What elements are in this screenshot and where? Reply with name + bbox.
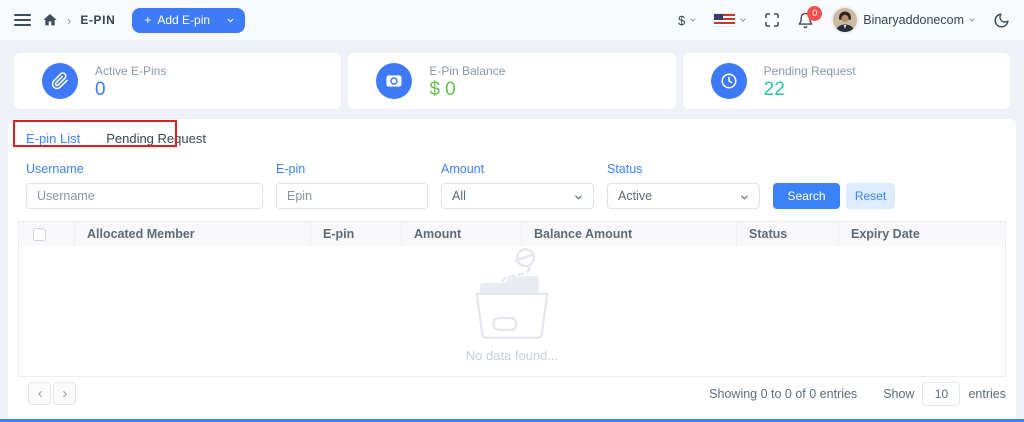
table-footer: Showing 0 to 0 of 0 entries Show entries [18,382,1006,406]
status-label: Status [607,162,760,176]
avatar [833,8,857,32]
tab-bar: E-pin List Pending Request [26,131,206,158]
column-expiry-date: Expiry Date [839,222,1005,246]
chevron-down-icon [739,192,750,203]
notifications-bell-icon[interactable]: 0 [797,12,814,29]
stat-label: Pending Request [764,64,856,78]
add-epin-label: Add E-pin [157,13,210,27]
status-select[interactable]: Active [607,183,760,209]
epin-input[interactable] [276,183,428,209]
chevron-down-icon [968,16,976,24]
tab-epin-list[interactable]: E-pin List [26,131,80,146]
pagination [28,382,76,405]
us-flag-icon [714,14,735,26]
menu-toggle-icon[interactable] [14,14,31,26]
user-name: Binaryaddonecom [863,13,964,27]
prev-page-button[interactable] [28,382,51,405]
entries-label: entries [968,387,1006,401]
table-empty-state: No data found... [19,246,1005,376]
amount-select[interactable]: All [441,183,594,209]
amount-label: Amount [441,162,594,176]
user-menu[interactable]: Binaryaddonecom [831,6,976,34]
stat-cards-row: Active E-Pins 0 E-Pin Balance $ 0 Pendin… [14,53,1010,109]
stat-label: Active E-Pins [95,64,166,78]
column-epin: E-pin [311,222,402,246]
paperclip-icon [42,63,78,99]
add-epin-button[interactable]: + Add E-pin [132,8,245,33]
select-all-checkbox[interactable] [33,228,46,241]
notification-badge: 0 [807,6,822,21]
top-navbar: › E-PIN + Add E-pin $ 0 [0,0,1024,40]
chevron-down-icon [226,16,235,25]
show-label: Show [883,387,914,401]
epin-panel: E-pin List Pending Request Username E-pi… [8,119,1016,422]
chevron-down-icon [689,16,697,24]
column-status: Status [737,222,839,246]
page-size-input[interactable] [922,382,960,406]
username-input[interactable] [26,183,263,209]
stat-value: 0 [95,80,166,99]
chevron-down-icon [573,192,584,203]
epin-table: Allocated Member E-pin Amount Balance Am… [18,221,1006,377]
username-label: Username [26,162,263,176]
next-page-button[interactable] [53,382,76,405]
filter-bar: Username E-pin Amount All Status Active … [26,162,1006,209]
entries-summary: Showing 0 to 0 of 0 entries [709,387,857,401]
stat-card-pending-request: Pending Request 22 [683,53,1010,109]
fullscreen-icon[interactable] [764,12,780,28]
currency-dropdown[interactable]: $ [678,13,697,28]
column-amount: Amount [402,222,522,246]
epin-label: E-pin [276,162,428,176]
tab-pending-request[interactable]: Pending Request [106,131,206,146]
search-button[interactable]: Search [773,183,840,209]
home-icon[interactable] [42,12,58,28]
empty-message: No data found... [466,348,559,363]
table-header: Allocated Member E-pin Amount Balance Am… [19,222,1005,246]
stat-label: E-Pin Balance [429,64,505,78]
column-balance-amount: Balance Amount [522,222,737,246]
dark-mode-moon-icon[interactable] [993,12,1010,29]
stat-value: 22 [764,80,856,99]
currency-label: $ [678,13,685,28]
breadcrumb-separator-icon: › [67,13,71,28]
plus-icon: + [144,13,151,27]
stat-card-epin-balance: E-Pin Balance $ 0 [348,53,675,109]
reset-button[interactable]: Reset [846,183,895,209]
banknote-icon [376,63,412,99]
chevron-down-icon [739,16,747,24]
add-epin-dropdown-toggle[interactable] [218,16,245,25]
language-dropdown[interactable] [714,14,747,26]
stat-card-active-epins: Active E-Pins 0 [14,53,341,109]
chevron-left-icon [35,389,45,399]
clock-icon [711,63,747,99]
chevron-right-icon [60,389,70,399]
column-allocated-member: Allocated Member [75,222,311,246]
breadcrumb: E-PIN [80,13,115,27]
stat-value: $ 0 [429,80,505,99]
empty-folder-icon [453,246,571,350]
